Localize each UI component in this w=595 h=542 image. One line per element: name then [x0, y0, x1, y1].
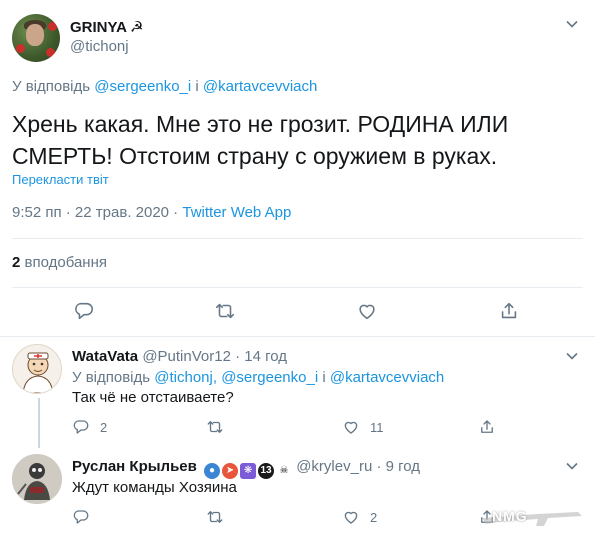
retweet-button[interactable] — [206, 508, 224, 526]
author-handle[interactable]: @PutinVor12 — [142, 348, 231, 365]
like-count: 2 — [370, 509, 378, 525]
pirate-flag-icon: ☠ — [276, 463, 293, 479]
reply-button[interactable]: 2 — [72, 418, 107, 436]
like-count: 11 — [370, 419, 384, 435]
reply-context: У відповідь @sergeenko_i і @kartavcevvia… — [12, 78, 317, 95]
like-button[interactable]: 2 — [342, 508, 377, 526]
author-handle[interactable]: @krylev_ru — [296, 458, 372, 475]
tweet-text: Хрень какая. Мне это не грозит. РОДИНА И… — [12, 108, 572, 172]
chevron-down-icon[interactable] — [565, 349, 579, 363]
chevron-down-icon[interactable] — [565, 17, 579, 31]
reply-header: Руслан Крыльев ● ➤ ❋ 13 ☠ @krylev_ru · 9… — [72, 458, 420, 479]
tweet-separator — [0, 336, 595, 337]
site-watermark: NMG — [478, 498, 586, 532]
globe-icon: ● — [204, 463, 221, 479]
likes-count: 2 — [12, 254, 21, 271]
author-display-name[interactable]: WataVata — [72, 348, 138, 365]
author-handle[interactable]: @tichonj — [70, 38, 129, 55]
reply-button[interactable] — [72, 508, 90, 526]
user-avatar[interactable] — [12, 344, 62, 394]
reply-text: Ждут команды Хозяина — [72, 479, 237, 496]
mention-link[interactable]: @sergeenko_i — [221, 369, 318, 386]
reply-count: 2 — [100, 419, 108, 435]
heart-icon[interactable] — [356, 300, 378, 322]
timestamp[interactable]: · 9 год — [376, 458, 420, 475]
hammer-sickle-icon: ☭ — [129, 19, 144, 36]
heart-icon — [344, 511, 358, 524]
reply-conjunction: і — [195, 78, 199, 95]
likes-summary[interactable]: 2 вподобання — [12, 254, 107, 271]
author-display-name[interactable]: Руслан Крыльев — [72, 458, 197, 475]
profile-emoji-badges: ● ➤ ❋ 13 ☠ — [204, 463, 293, 479]
like-button[interactable]: 11 — [342, 418, 384, 436]
source-link[interactable]: Twitter Web App — [182, 204, 291, 221]
reply-prefix: У відповідь — [72, 369, 151, 386]
user-avatar[interactable] — [12, 14, 60, 62]
reply-prefix: У відповідь — [12, 78, 91, 95]
mention-link[interactable]: @tichonj — [154, 369, 213, 386]
author-name[interactable]: GRINYA ☭ — [70, 18, 143, 36]
thread-line — [38, 398, 40, 448]
main-tweet: GRINYA ☭ @tichonj У відповідь @sergeenko_… — [0, 0, 595, 336]
retweet-button[interactable] — [206, 418, 224, 436]
reply-icon — [73, 420, 89, 434]
chevron-down-icon[interactable] — [565, 459, 579, 473]
no-under-thirteen-icon: 13 — [258, 463, 275, 479]
mention-link[interactable]: @sergeenko_i — [94, 78, 191, 95]
retweet-icon[interactable] — [214, 300, 236, 322]
mention-link[interactable]: @kartavcevviach — [203, 78, 317, 95]
reply-icon[interactable] — [73, 300, 95, 322]
translate-link[interactable]: Перекласти твіт — [12, 172, 109, 187]
reply-context: У відповідь @tichonj, @sergeenko_i і @ka… — [72, 369, 445, 386]
divider — [12, 287, 583, 288]
reply-header: WataVata @PutinVor12 · 14 год — [72, 348, 287, 365]
timestamp[interactable]: · 14 год — [235, 348, 287, 365]
retweet-icon — [207, 421, 223, 433]
tweet-text-line: СМЕРТЬ! Отстоим страну с оружием в руках… — [12, 143, 498, 169]
mention-link[interactable]: @kartavcevviach — [330, 369, 444, 386]
reply-icon — [73, 510, 89, 524]
likes-label: вподобання — [24, 254, 107, 271]
atom-icon: ❋ — [240, 463, 257, 479]
share-icon[interactable] — [498, 300, 520, 322]
watermark-text: NMG — [492, 508, 528, 524]
retweet-icon — [207, 511, 223, 523]
share-button[interactable] — [478, 418, 496, 436]
reply-conjunction: і — [322, 369, 326, 386]
tweet-metadata: 9:52 пп · 22 трав. 2020 · Twitter Web Ap… — [12, 204, 291, 221]
heart-icon — [344, 421, 358, 434]
tweet-text-line: Хрень какая. Мне это не грозит. РОДИНА И… — [12, 111, 509, 137]
timestamp[interactable]: 9:52 пп · 22 трав. 2020 · — [12, 204, 182, 221]
reply-text: Так чё не отстаиваете? — [72, 389, 234, 406]
user-avatar[interactable] — [12, 454, 62, 504]
divider — [12, 238, 583, 239]
rocket-icon: ➤ — [222, 463, 239, 479]
share-icon — [481, 420, 493, 433]
author-display-name[interactable]: GRINYA — [70, 19, 127, 36]
